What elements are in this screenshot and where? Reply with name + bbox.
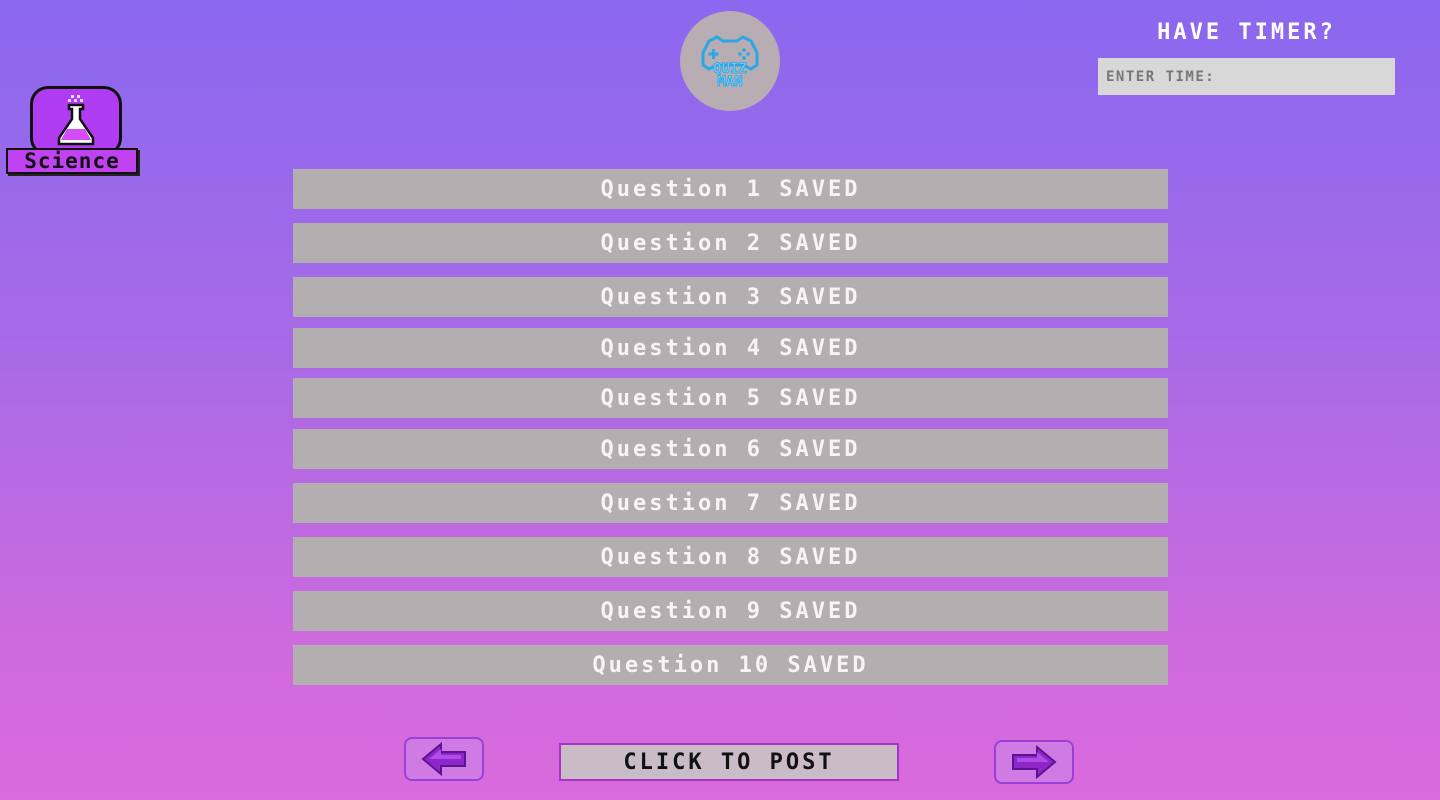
- question-row-7[interactable]: Question 7 SAVED: [293, 483, 1168, 523]
- timer-title: HAVE TIMER?: [1157, 20, 1336, 45]
- question-row-6[interactable]: Question 6 SAVED: [293, 429, 1168, 469]
- question-row-10[interactable]: Question 10 SAVED: [293, 645, 1168, 685]
- question-row-3[interactable]: Question 3 SAVED: [293, 277, 1168, 317]
- question-row-2[interactable]: Question 2 SAVED: [293, 223, 1168, 263]
- arrow-left-icon: [421, 742, 466, 776]
- forward-button[interactable]: [994, 740, 1074, 784]
- question-row-4[interactable]: Question 4 SAVED: [293, 328, 1168, 368]
- question-row-1[interactable]: Question 1 SAVED: [293, 169, 1168, 209]
- svg-text:MAN: MAN: [717, 74, 742, 90]
- category-icon-box: [30, 86, 122, 156]
- timer-input[interactable]: [1098, 58, 1395, 95]
- category-badge: Science: [6, 86, 138, 174]
- category-label: Science: [6, 148, 138, 174]
- gamepad-icon: QUIZ MAN: [701, 35, 759, 90]
- question-row-8[interactable]: Question 8 SAVED: [293, 537, 1168, 577]
- question-row-9[interactable]: Question 9 SAVED: [293, 591, 1168, 631]
- post-button[interactable]: CLICK TO POST: [559, 743, 899, 781]
- arrow-right-icon: [1012, 745, 1057, 779]
- back-button[interactable]: [404, 737, 484, 781]
- flask-icon: [57, 95, 95, 146]
- quizman-logo[interactable]: QUIZ MAN: [680, 11, 780, 111]
- question-row-5[interactable]: Question 5 SAVED: [293, 378, 1168, 418]
